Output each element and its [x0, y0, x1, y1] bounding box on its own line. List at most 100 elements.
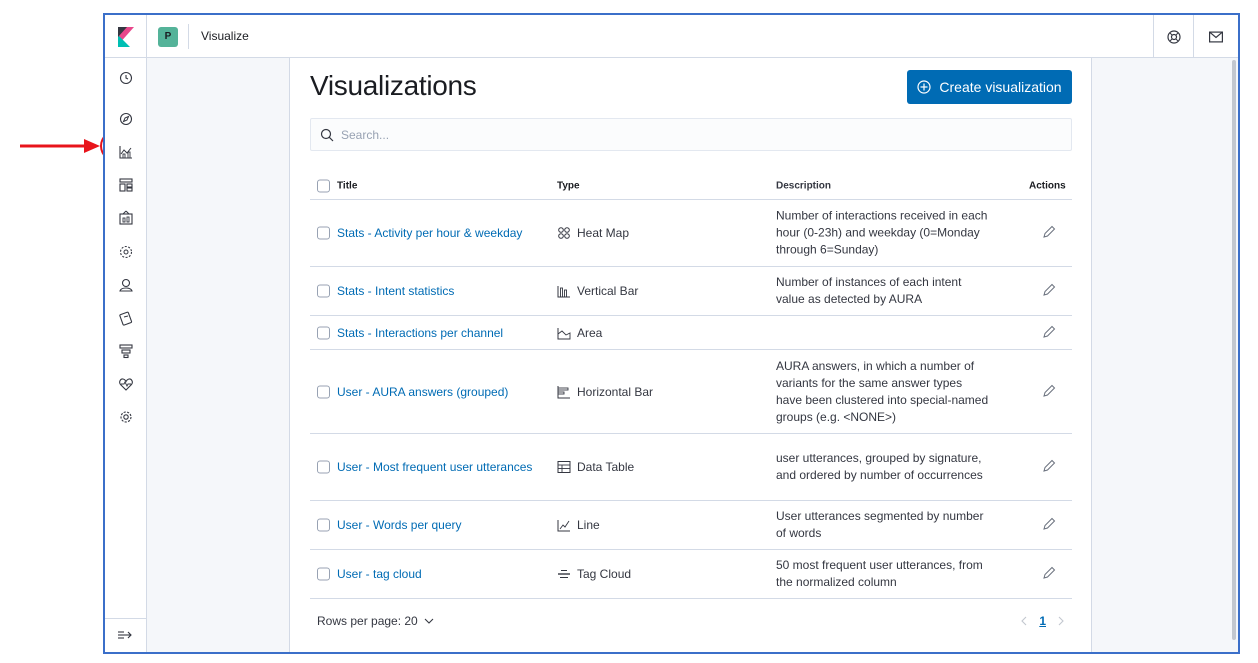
edit-button[interactable] — [1043, 325, 1056, 341]
type-label: Vertical Bar — [577, 284, 639, 298]
area-icon — [557, 327, 571, 339]
visualization-description: Number of interactions received in each … — [776, 208, 988, 257]
data-table-icon — [557, 461, 571, 473]
row-checkbox[interactable] — [317, 567, 330, 581]
search-input[interactable] — [341, 119, 1061, 150]
page-link-1[interactable]: 1 — [1039, 614, 1046, 628]
clock-icon[interactable] — [118, 70, 134, 86]
tag-cloud-icon — [558, 570, 570, 578]
help-button[interactable] — [1153, 15, 1193, 58]
line-chart-icon — [557, 520, 570, 532]
page-title: Visualizations — [310, 70, 477, 101]
rows-per-page-select[interactable]: Rows per page: 20 — [317, 614, 434, 628]
table-row: Stats - Intent statistics Vertical Bar N… — [310, 267, 1072, 316]
visualizations-table: Title Type Description Actions Stats - A… — [310, 173, 1072, 599]
type-label: Line — [577, 518, 600, 532]
app-window: P Visualize Visualizations Create visual… — [103, 13, 1240, 654]
help-icon — [1166, 29, 1181, 44]
dashboard-icon[interactable] — [118, 177, 134, 193]
visualization-title-link[interactable]: User - Words per query — [337, 518, 461, 532]
table-row: User - Words per query Line User utteran… — [310, 501, 1072, 550]
row-checkbox[interactable] — [317, 518, 330, 532]
table-row: User - Most frequent user utterances Dat… — [310, 434, 1072, 501]
pencil-icon — [1043, 225, 1056, 238]
breadcrumb: Visualize — [201, 29, 249, 43]
collapse-icon — [118, 631, 132, 639]
type-label: Data Table — [577, 460, 635, 474]
row-checkbox[interactable] — [317, 284, 330, 298]
visualizations-panel: Visualizations Create visualization Titl… — [289, 58, 1092, 652]
row-checkbox[interactable] — [317, 460, 330, 474]
visualization-description: Number of instances of each intent value… — [776, 275, 962, 306]
column-header-title[interactable]: Title — [337, 181, 357, 192]
pagination: Rows per page: 20 1 — [310, 611, 1072, 633]
edit-button[interactable] — [1043, 225, 1056, 241]
heartbeat-icon[interactable] — [118, 376, 134, 392]
row-checkbox[interactable] — [317, 385, 330, 398]
chevron-down-icon — [424, 618, 434, 624]
edit-button[interactable] — [1043, 566, 1056, 582]
row-checkbox[interactable] — [317, 226, 330, 240]
visualization-type: Tag Cloud — [557, 567, 631, 581]
table-row: User - tag cloud Tag Cloud 50 most frequ… — [310, 550, 1072, 599]
divider — [188, 24, 189, 49]
table-row: User - AURA answers (grouped) Horizontal… — [310, 350, 1072, 434]
edit-button[interactable] — [1043, 283, 1056, 299]
type-label: Horizontal Bar — [577, 384, 654, 399]
pencil-icon — [1043, 384, 1056, 397]
user-icon[interactable] — [118, 277, 134, 293]
create-visualization-button[interactable]: Create visualization — [907, 70, 1072, 104]
edit-button[interactable] — [1043, 459, 1056, 475]
chevron-left-icon[interactable] — [1021, 616, 1027, 626]
chevron-right-icon[interactable] — [1058, 616, 1064, 626]
visualization-type: Line — [557, 518, 600, 532]
dev-tools-icon[interactable] — [118, 310, 134, 326]
type-label: Tag Cloud — [577, 567, 632, 581]
newsfeed-button[interactable] — [1193, 15, 1238, 58]
pencil-icon — [1043, 283, 1056, 296]
table-row: Stats - Interactions per channel Area — [310, 316, 1072, 350]
table-header: Title Type Description Actions — [310, 173, 1072, 200]
vertical-bar-icon — [557, 286, 570, 298]
type-label: Heat Map — [577, 226, 630, 240]
kibana-logo[interactable] — [105, 15, 147, 58]
collapse-nav-button[interactable] — [105, 618, 147, 652]
stack-icon[interactable] — [118, 343, 134, 359]
heatmap-icon — [558, 227, 570, 239]
pencil-icon — [1043, 459, 1056, 472]
visualization-title-link[interactable]: User - tag cloud — [337, 567, 422, 581]
table-row: Stats - Activity per hour & weekday Heat… — [310, 200, 1072, 267]
visualization-title-link[interactable]: User - AURA answers (grouped) — [337, 385, 508, 399]
pencil-icon — [1043, 566, 1056, 579]
canvas-icon[interactable] — [118, 210, 134, 226]
visualize-icon[interactable] — [118, 144, 134, 160]
visualization-description: User utterances segmented by number of w… — [776, 509, 984, 540]
visualization-title-link[interactable]: Stats - Intent statistics — [337, 284, 454, 298]
edit-button[interactable] — [1043, 384, 1056, 400]
pager: 1 — [1021, 614, 1064, 628]
visualization-description: user utterances, grouped by signature, a… — [776, 451, 983, 482]
scrollbar[interactable] — [1232, 60, 1236, 640]
rows-per-page-label: Rows per page: 20 — [317, 614, 418, 628]
top-bar: P Visualize — [105, 15, 1238, 58]
mail-icon — [1209, 31, 1223, 42]
column-header-actions: Actions — [1029, 180, 1066, 192]
space-avatar[interactable]: P — [158, 27, 178, 47]
visualization-title-link[interactable]: Stats - Activity per hour & weekday — [337, 226, 522, 240]
visualization-type: Data Table — [557, 460, 634, 474]
column-header-description: Description — [776, 180, 832, 192]
visualization-description: 50 most frequent user utterances, from t… — [776, 558, 983, 589]
row-checkbox[interactable] — [317, 326, 330, 339]
visualization-type: Heat Map — [557, 226, 629, 240]
search-box — [310, 118, 1072, 151]
maps-icon[interactable] — [118, 244, 134, 260]
gear-icon[interactable] — [118, 409, 134, 425]
column-header-type[interactable]: Type — [557, 181, 580, 192]
edit-button[interactable] — [1043, 517, 1056, 533]
compass-icon[interactable] — [118, 111, 134, 127]
annotation-arrow — [20, 139, 100, 153]
visualization-title-link[interactable]: Stats - Interactions per channel — [337, 326, 503, 340]
select-all-checkbox[interactable] — [317, 179, 330, 193]
visualization-title-link[interactable]: User - Most frequent user utterances — [337, 460, 532, 474]
visualization-type: Vertical Bar — [557, 284, 638, 298]
